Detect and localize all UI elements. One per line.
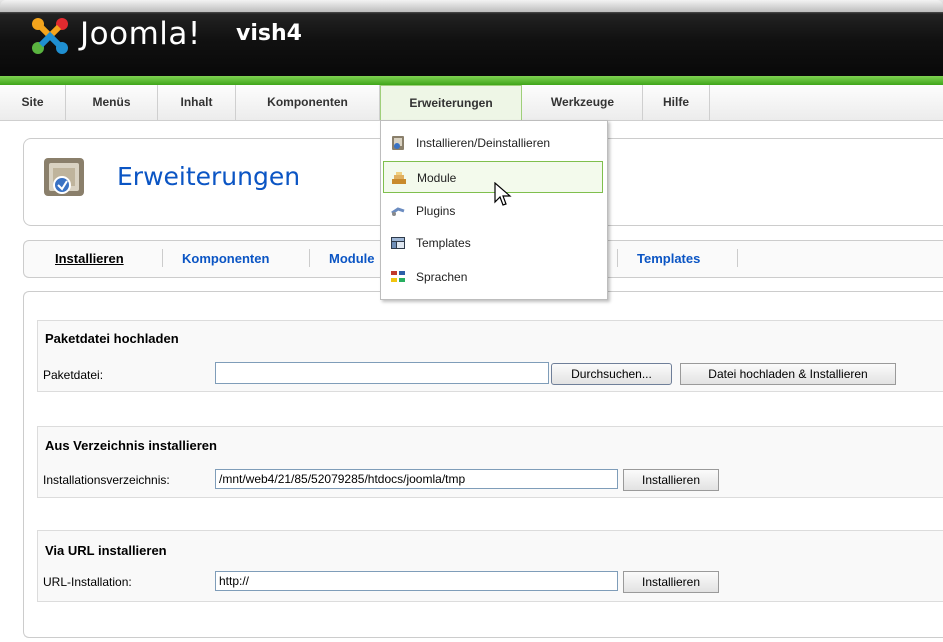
menu-menus[interactable]: Menüs <box>66 85 158 120</box>
menu-site[interactable]: Site <box>0 85 66 120</box>
menu-content[interactable]: Inhalt <box>158 85 236 120</box>
joomla-logo-text: Joomla! <box>80 16 201 52</box>
joomla-logo-icon <box>32 18 68 54</box>
install-directory-label: Installationsverzeichnis: <box>43 473 170 487</box>
main-menubar: Site Menüs Inhalt Komponenten Erweiterun… <box>0 85 943 121</box>
plugin-icon <box>391 207 405 216</box>
menu-tools[interactable]: Werkzeuge <box>523 85 643 120</box>
url-install-label: URL-Installation: <box>43 575 132 589</box>
menu-help[interactable]: Hilfe <box>643 85 710 120</box>
menu-extensions[interactable]: Erweiterungen <box>380 85 522 120</box>
language-icon <box>391 271 405 282</box>
extensions-dropdown-menu: Installieren/Deinstallieren Module Plugi… <box>380 120 608 300</box>
tab-separator <box>309 249 310 267</box>
directory-section-title: Aus Verzeichnis installieren <box>45 438 217 453</box>
tab-separator <box>162 249 163 267</box>
directory-install-button[interactable]: Installieren <box>623 469 719 491</box>
tab-components[interactable]: Komponenten <box>182 251 269 266</box>
header-accent-bar <box>0 76 943 85</box>
browse-button[interactable]: Durchsuchen... <box>551 363 672 385</box>
dropdown-item-languages[interactable]: Sprachen <box>383 261 603 293</box>
tab-templates[interactable]: Templates <box>637 251 700 266</box>
tab-separator <box>617 249 618 267</box>
tab-modules[interactable]: Module <box>329 251 375 266</box>
extension-manager-icon <box>44 158 84 196</box>
install-directory-input[interactable] <box>215 469 618 489</box>
mouse-pointer-icon <box>494 182 512 206</box>
dropdown-item-label: Sprachen <box>416 270 468 284</box>
package-file-label: Paketdatei: <box>43 368 104 382</box>
install-icon <box>392 136 404 150</box>
tab-install[interactable]: Installieren <box>55 251 124 266</box>
page-title: Erweiterungen <box>117 162 301 191</box>
template-icon <box>391 237 405 249</box>
tab-separator <box>737 249 738 267</box>
upload-install-button[interactable]: Datei hochladen & Installieren <box>680 363 896 385</box>
site-name: vish4 <box>236 21 302 46</box>
module-icon <box>392 172 406 184</box>
upload-section-title: Paketdatei hochladen <box>45 331 179 346</box>
url-section-title: Via URL installieren <box>45 543 167 558</box>
dropdown-item-label: Plugins <box>416 204 456 218</box>
url-install-input[interactable] <box>215 571 618 591</box>
dropdown-item-label: Templates <box>416 236 471 250</box>
url-install-section <box>37 530 943 602</box>
header-highlight <box>0 0 943 12</box>
menu-components[interactable]: Komponenten <box>236 85 380 120</box>
dropdown-item-templates[interactable]: Templates <box>383 227 603 259</box>
dropdown-item-label: Installieren/Deinstallieren <box>416 136 551 150</box>
dropdown-item-install[interactable]: Installieren/Deinstallieren <box>383 127 603 159</box>
url-install-button[interactable]: Installieren <box>623 571 719 593</box>
package-file-input[interactable] <box>215 362 549 384</box>
dropdown-item-label: Module <box>417 171 457 185</box>
